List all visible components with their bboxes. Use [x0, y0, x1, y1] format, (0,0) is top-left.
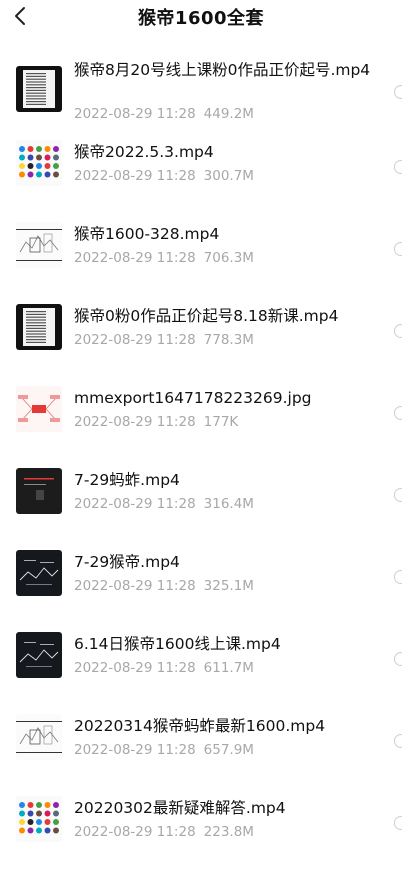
file-name: 6.14日猴帝1600线上课.mp4	[74, 635, 281, 653]
file-list-item[interactable]: 猴帝2022.5.3.mp4 2022-08-29 11:28 300.7M	[0, 140, 402, 216]
file-name: 20220314猴帝蚂蚱最新1600.mp4	[74, 717, 326, 735]
file-meta: 2022-08-29 11:28 316.4M	[74, 496, 254, 512]
select-checkbox[interactable]	[394, 570, 402, 584]
file-date: 2022-08-29 11:28	[74, 106, 196, 122]
select-checkbox[interactable]	[394, 160, 402, 174]
file-size: 300.7M	[203, 168, 254, 184]
file-list-item[interactable]: 7-29蚂蚱.mp4 2022-08-29 11:28 316.4M	[0, 468, 402, 544]
file-name: 7-29蚂蚱.mp4	[74, 471, 180, 489]
file-name: 猴帝2022.5.3.mp4	[74, 143, 214, 161]
select-checkbox[interactable]	[394, 652, 402, 666]
file-meta: 2022-08-29 11:28 177K	[74, 414, 238, 430]
file-size: 778.3M	[203, 332, 254, 348]
file-date: 2022-08-29 11:28	[74, 578, 196, 594]
file-size: 223.8M	[203, 824, 254, 840]
file-name: 7-29猴帝.mp4	[74, 553, 180, 571]
select-checkbox[interactable]	[394, 324, 402, 338]
file-list: 猴帝8月20号线上课粉0作品正价起号.mp4 2022-08-29 11:28 44…	[0, 0, 402, 854]
file-date: 2022-08-29 11:28	[74, 250, 196, 266]
icon-grid-thumbnail	[16, 140, 62, 186]
nav-bar: 猴帝1600全套	[0, 0, 402, 34]
sketch-thumbnail	[16, 222, 62, 268]
select-checkbox[interactable]	[394, 242, 402, 256]
select-checkbox[interactable]	[394, 734, 402, 748]
blackboard-thumbnail	[16, 550, 62, 596]
file-list-item[interactable]: 猴帝8月20号线上课粉0作品正价起号.mp4 2022-08-29 11:28 44…	[0, 58, 402, 134]
file-list-item[interactable]: 20220314猴帝蚂蚱最新1600.mp4 2022-08-29 11:28 65…	[0, 714, 402, 790]
dark-slide-thumbnail	[16, 468, 62, 514]
file-meta: 2022-08-29 11:28 223.8M	[74, 824, 254, 840]
file-date: 2022-08-29 11:28	[74, 168, 196, 184]
file-size: 449.2M	[203, 106, 254, 122]
file-size: 611.7M	[203, 660, 254, 676]
file-size: 706.3M	[203, 250, 254, 266]
document-video-thumbnail	[16, 66, 62, 112]
file-meta: 2022-08-29 11:28 657.9M	[74, 742, 254, 758]
sketch-thumbnail	[16, 714, 62, 760]
file-list-item[interactable]: 20220302最新疑难解答.mp4 2022-08-29 11:28 223.8M	[0, 796, 402, 872]
select-checkbox[interactable]	[394, 816, 402, 830]
file-name: 猴帝8月20号线上课粉0作品正价起号.mp4	[74, 61, 371, 79]
icon-grid-thumbnail	[16, 796, 62, 842]
file-date: 2022-08-29 11:28	[74, 496, 196, 512]
file-date: 2022-08-29 11:28	[74, 660, 196, 676]
select-checkbox[interactable]	[394, 488, 402, 502]
file-date: 2022-08-29 11:28	[74, 742, 196, 758]
file-date: 2022-08-29 11:28	[74, 824, 196, 840]
file-date: 2022-08-29 11:28	[74, 332, 196, 348]
file-list-item[interactable]: 6.14日猴帝1600线上课.mp4 2022-08-29 11:28 611.7M	[0, 632, 402, 708]
file-name: 猴帝1600-328.mp4	[74, 225, 220, 243]
file-size: 325.1M	[203, 578, 254, 594]
file-meta: 2022-08-29 11:28 706.3M	[74, 250, 254, 266]
file-name: mmexport1647178223269.jpg	[74, 389, 312, 407]
file-size: 316.4M	[203, 496, 254, 512]
file-meta: 2022-08-29 11:28 778.3M	[74, 332, 254, 348]
file-meta: 2022-08-29 11:28 300.7M	[74, 168, 254, 184]
file-list-item[interactable]: 猴帝0粉0作品正价起号8.18新课.mp4 2022-08-29 11:28 778…	[0, 304, 402, 380]
file-list-item[interactable]: 猴帝1600-328.mp4 2022-08-29 11:28 706.3M	[0, 222, 402, 298]
file-date: 2022-08-29 11:28	[74, 414, 196, 430]
blackboard-thumbnail	[16, 632, 62, 678]
file-name: 猴帝0粉0作品正价起号8.18新课.mp4	[74, 307, 339, 325]
mindmap-thumbnail	[16, 386, 62, 432]
document-video-thumbnail	[16, 304, 62, 350]
file-list-item[interactable]: mmexport1647178223269.jpg 2022-08-29 11:2…	[0, 386, 402, 462]
file-meta: 2022-08-29 11:28 449.2M	[74, 106, 254, 122]
file-size: 657.9M	[203, 742, 254, 758]
page-title: 猴帝1600全套	[137, 8, 265, 29]
file-size: 177K	[203, 414, 239, 430]
file-name: 20220302最新疑难解答.mp4	[74, 799, 286, 817]
file-list-item[interactable]: 7-29猴帝.mp4 2022-08-29 11:28 325.1M	[0, 550, 402, 626]
select-checkbox[interactable]	[394, 406, 402, 420]
file-meta: 2022-08-29 11:28 325.1M	[74, 578, 254, 594]
file-meta: 2022-08-29 11:28 611.7M	[74, 660, 254, 676]
select-checkbox[interactable]	[394, 85, 402, 99]
